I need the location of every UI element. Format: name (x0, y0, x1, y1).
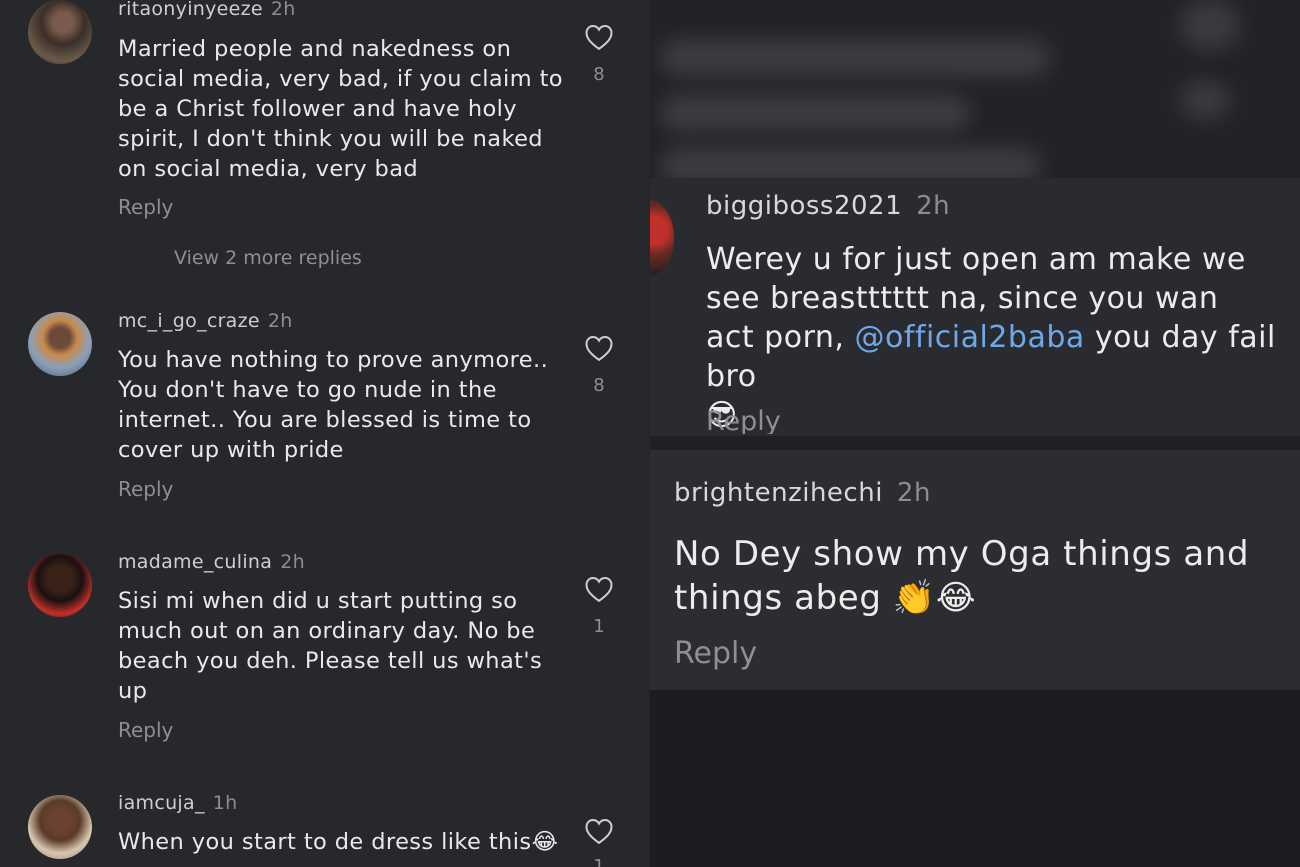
comment-time: 2h (267, 310, 293, 332)
reply-button[interactable]: Reply (118, 477, 173, 501)
reply-button[interactable]: Reply (118, 195, 173, 219)
heart-icon (585, 576, 613, 603)
username[interactable]: madame_culina (118, 551, 272, 573)
comment-meta: brightenzihechi 2h (674, 478, 931, 508)
reply-button[interactable]: Reply (706, 406, 781, 434)
comment-time: 2h (270, 0, 296, 20)
username[interactable]: ritaonyinyeeze (118, 0, 263, 20)
comment-text: No Dey show my Oga things and things abe… (674, 534, 1250, 618)
comment-text: You have nothing to prove anymore.. You … (118, 347, 549, 463)
blurred-text-line (660, 40, 1050, 76)
like-button[interactable] (584, 575, 614, 603)
left-comments-panel: ritaonyinyeeze 2h Married people and nake… (0, 0, 648, 867)
comment-time: 2h (896, 478, 931, 508)
comment-text: Sisi mi when did u start putting so much… (118, 588, 543, 704)
avatar[interactable] (28, 312, 92, 376)
comment-text: Married people and nakedness on social m… (118, 36, 563, 182)
avatar[interactable] (28, 553, 92, 617)
heart-icon (585, 818, 613, 845)
right-comments-panel: biggiboss2021 2h Werey u for just open am… (650, 0, 1300, 867)
comment-screenshot-collage: ritaonyinyeeze 2h Married people and nake… (0, 0, 1300, 867)
like-button[interactable] (584, 817, 614, 845)
like-button[interactable] (584, 23, 614, 51)
avatar[interactable] (28, 0, 92, 64)
comment-time: 2h (916, 191, 951, 221)
comment-time: 1h (212, 792, 238, 814)
comment-meta: biggiboss2021 2h (706, 191, 950, 221)
empty-area (650, 690, 1300, 867)
comment-meta: iamcuja_ 1h (118, 792, 237, 814)
avatar[interactable] (28, 795, 92, 859)
username[interactable]: iamcuja_ (118, 792, 205, 814)
view-more-replies-button[interactable]: View 2 more replies (174, 247, 362, 269)
blurred-icon (1180, 0, 1240, 50)
like-count: 1 (593, 856, 605, 867)
username[interactable]: mc_i_go_craze (118, 310, 260, 332)
comment-meta: ritaonyinyeeze 2h (118, 0, 296, 20)
comment-time: 2h (280, 551, 305, 573)
like-button[interactable] (584, 334, 614, 362)
reply-button[interactable]: Reply (674, 636, 757, 671)
blurred-text-line (660, 148, 1040, 178)
reply-clip: Reply (706, 406, 826, 434)
comment-meta: madame_culina 2h (118, 551, 305, 573)
username[interactable]: brightenzihechi (674, 478, 883, 508)
blurred-content (650, 0, 1300, 178)
comment-meta: mc_i_go_craze 2h (118, 310, 293, 332)
like-count: 1 (593, 616, 605, 637)
like-count: 8 (593, 375, 605, 396)
comment-text: When you start to de dress like this😂 (118, 829, 559, 855)
blurred-text-line (660, 95, 970, 131)
mention-link[interactable]: @official2baba (854, 320, 1084, 355)
heart-icon (585, 335, 613, 362)
reply-button[interactable]: Reply (118, 718, 173, 742)
heart-icon (585, 24, 613, 51)
blurred-icon (1180, 80, 1230, 120)
like-count: 8 (593, 64, 605, 85)
username[interactable]: biggiboss2021 (706, 191, 902, 221)
